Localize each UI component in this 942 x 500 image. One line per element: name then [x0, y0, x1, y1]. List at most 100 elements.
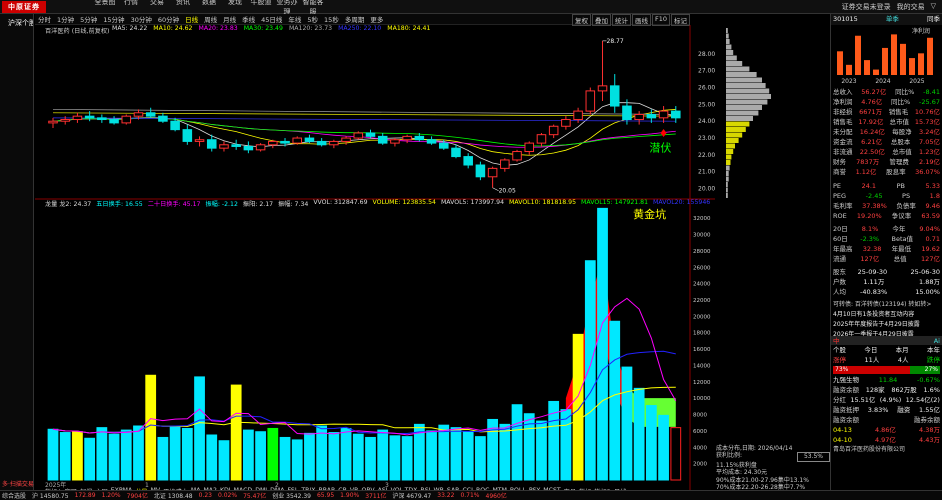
top-right-item[interactable]: 我的交易: [897, 2, 925, 12]
ai-icon[interactable]: Ai: [934, 336, 940, 345]
candle[interactable]: [475, 161, 486, 181]
candle[interactable]: [97, 114, 107, 123]
candle[interactable]: [658, 106, 669, 123]
candle[interactable]: [609, 74, 620, 113]
volume-bar[interactable]: [572, 333, 584, 481]
period-tab[interactable]: 5分钟: [77, 14, 100, 24]
period-tab[interactable]: 更多: [367, 14, 386, 24]
candle[interactable]: [158, 112, 168, 123]
volume-bar[interactable]: [304, 432, 315, 481]
volume-bar[interactable]: [499, 423, 511, 481]
rp-tab[interactable]: 今日: [864, 345, 877, 355]
rp-tab[interactable]: 本年: [927, 345, 940, 355]
volume-bar[interactable]: [401, 436, 413, 481]
period-tab[interactable]: 周线: [201, 14, 220, 24]
volume-bar[interactable]: [377, 429, 389, 481]
bond-link[interactable]: 可转债: 百洋转债(123194) 转如转>: [831, 300, 942, 310]
volume-bar[interactable]: [84, 437, 96, 481]
period-tab[interactable]: 5秒: [304, 14, 321, 24]
volume-bar[interactable]: [462, 431, 474, 481]
volume-bar[interactable]: [218, 440, 230, 481]
candle[interactable]: [341, 136, 351, 145]
candle[interactable]: [377, 133, 388, 145]
main-chart[interactable]: 28.0027.0026.0025.0024.0023.0022.0021.00…: [35, 25, 715, 490]
candle[interactable]: [316, 138, 327, 147]
volume-bar[interactable]: [536, 420, 547, 481]
period-tab[interactable]: 分时: [35, 14, 54, 24]
news-1[interactable]: 4月10日有1条投资者互动内容: [831, 310, 942, 320]
candle[interactable]: [463, 153, 473, 169]
volume-bar[interactable]: [194, 376, 205, 481]
period-tab[interactable]: 1分钟: [54, 14, 77, 24]
candle[interactable]: [255, 143, 266, 152]
candle[interactable]: [487, 166, 498, 188]
period-tab[interactable]: 60分钟: [155, 14, 182, 24]
candle[interactable]: [402, 134, 412, 144]
candle[interactable]: [60, 116, 70, 125]
candle[interactable]: [84, 111, 95, 122]
volume-bar[interactable]: [609, 320, 621, 481]
volume-bar[interactable]: [133, 425, 144, 481]
volume-bar[interactable]: [328, 432, 340, 481]
candle[interactable]: [182, 124, 193, 145]
period-tab[interactable]: 季线: [239, 14, 258, 24]
volume-bar[interactable]: [426, 430, 437, 481]
candle[interactable]: [634, 111, 644, 125]
candle[interactable]: [585, 87, 596, 115]
candle[interactable]: [426, 136, 437, 145]
candle[interactable]: [268, 139, 278, 149]
period-tab[interactable]: 月线: [220, 14, 239, 24]
candle[interactable]: [500, 158, 510, 172]
volume-bar[interactable]: [597, 207, 608, 481]
volume-bar[interactable]: [230, 384, 242, 481]
candle[interactable]: [72, 112, 83, 123]
rp-tab-same[interactable]: 同季: [927, 14, 940, 25]
volume-bar[interactable]: [255, 431, 266, 481]
period-tab[interactable]: 多周期: [342, 14, 368, 24]
peer-name[interactable]: 九强生物: [833, 375, 859, 385]
candle[interactable]: [121, 114, 132, 125]
volume-bar[interactable]: [108, 433, 120, 481]
volume-bar[interactable]: [267, 427, 279, 481]
candle[interactable]: [671, 106, 681, 123]
rp-tab[interactable]: 本月: [896, 345, 909, 355]
volume-bar[interactable]: [670, 427, 682, 481]
volume-bar[interactable]: [59, 432, 71, 481]
volume-bar[interactable]: [621, 366, 633, 481]
volume-bar[interactable]: [243, 429, 254, 481]
candle[interactable]: [231, 139, 241, 150]
candle[interactable]: [48, 117, 58, 128]
period-tab[interactable]: 45日线: [258, 14, 285, 24]
sidebar-item[interactable]: 沪深个股: [4, 14, 33, 33]
candle[interactable]: [548, 124, 559, 139]
candle[interactable]: [304, 134, 315, 144]
volume-bar[interactable]: [279, 436, 291, 481]
volume-bar[interactable]: [438, 424, 450, 481]
candle[interactable]: [512, 149, 522, 162]
candle[interactable]: [219, 141, 229, 152]
top-right-item[interactable]: 证券交易未登录: [842, 2, 891, 12]
volume-bar[interactable]: [96, 427, 108, 481]
candle[interactable]: [451, 144, 461, 159]
volume-bar[interactable]: [157, 436, 169, 481]
candle[interactable]: [597, 40, 608, 101]
volume-bar[interactable]: [352, 433, 364, 481]
volume-bar[interactable]: [584, 260, 596, 481]
candle[interactable]: [145, 107, 156, 118]
candle[interactable]: [243, 141, 254, 154]
candle[interactable]: [536, 133, 547, 147]
volume-bar[interactable]: [340, 427, 352, 481]
volume-bar[interactable]: [181, 427, 193, 481]
volume-bar[interactable]: [291, 439, 303, 481]
volume-bar[interactable]: [560, 409, 572, 481]
volume-bar[interactable]: [145, 374, 157, 481]
candle[interactable]: [365, 129, 376, 139]
volume-bar[interactable]: [658, 414, 669, 481]
volume-bar[interactable]: [450, 427, 462, 481]
candle[interactable]: [561, 116, 571, 130]
volume-bar[interactable]: [365, 436, 376, 481]
candle[interactable]: [390, 138, 400, 147]
candle[interactable]: [194, 136, 205, 147]
volume-bar[interactable]: [389, 435, 401, 481]
volume-bar[interactable]: [633, 387, 645, 481]
